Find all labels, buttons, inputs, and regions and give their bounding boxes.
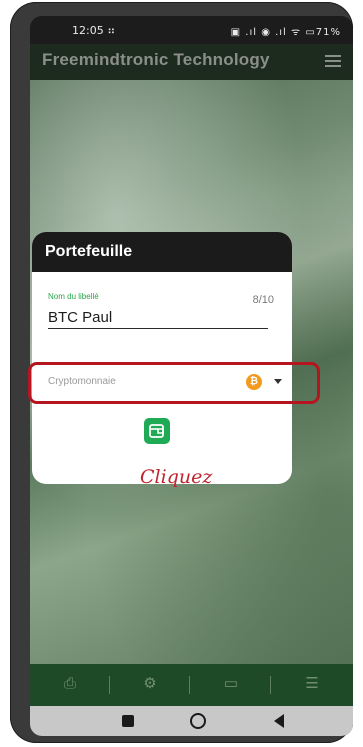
name-field-label: Nom du libellé <box>48 292 99 301</box>
dialog-title: Portefeuille <box>32 232 292 272</box>
gear-icon: ⚙ <box>143 675 157 692</box>
recents-square-icon[interactable] <box>122 715 134 727</box>
highlight-box <box>28 362 320 404</box>
name-input[interactable] <box>48 306 268 329</box>
wallet-button[interactable] <box>144 418 170 444</box>
tab-printer[interactable]: ⎙ <box>30 664 110 706</box>
status-indicators: ▣ .ıl ◉ .ıl ᯤ ▭71% <box>230 27 341 38</box>
home-circle-icon[interactable] <box>190 713 206 729</box>
bottom-tab-bar: ⎙ ⚙ ▭ ☰ <box>30 664 353 706</box>
tab-devices[interactable]: ▭ <box>191 664 271 706</box>
app-title: Freemindtronic Technology <box>42 50 270 69</box>
system-nav-bar <box>30 706 353 736</box>
click-annotation: Cliquez <box>140 466 213 488</box>
name-char-counter: 8/10 <box>252 294 274 306</box>
printer-icon: ⎙ <box>63 675 76 692</box>
app-bar: Freemindtronic Technology <box>30 44 353 80</box>
hamburger-menu-icon[interactable] <box>325 55 341 67</box>
back-triangle-icon[interactable] <box>274 714 284 728</box>
status-time: 12:05 ⠶ <box>72 24 116 37</box>
tab-divider <box>270 676 271 694</box>
tab-document-search[interactable]: ☰ <box>272 664 352 706</box>
wallet-dialog: Portefeuille Nom du libellé 8/10 Cryptom… <box>32 232 292 484</box>
tab-settings[interactable]: ⚙ <box>110 664 190 706</box>
tab-divider <box>189 676 190 694</box>
wallet-icon <box>149 424 164 438</box>
document-search-icon: ☰ <box>305 675 319 692</box>
devices-icon: ▭ <box>223 675 239 692</box>
status-bar: 12:05 ⠶ ▣ .ıl ◉ .ıl ᯤ ▭71% <box>30 16 353 44</box>
